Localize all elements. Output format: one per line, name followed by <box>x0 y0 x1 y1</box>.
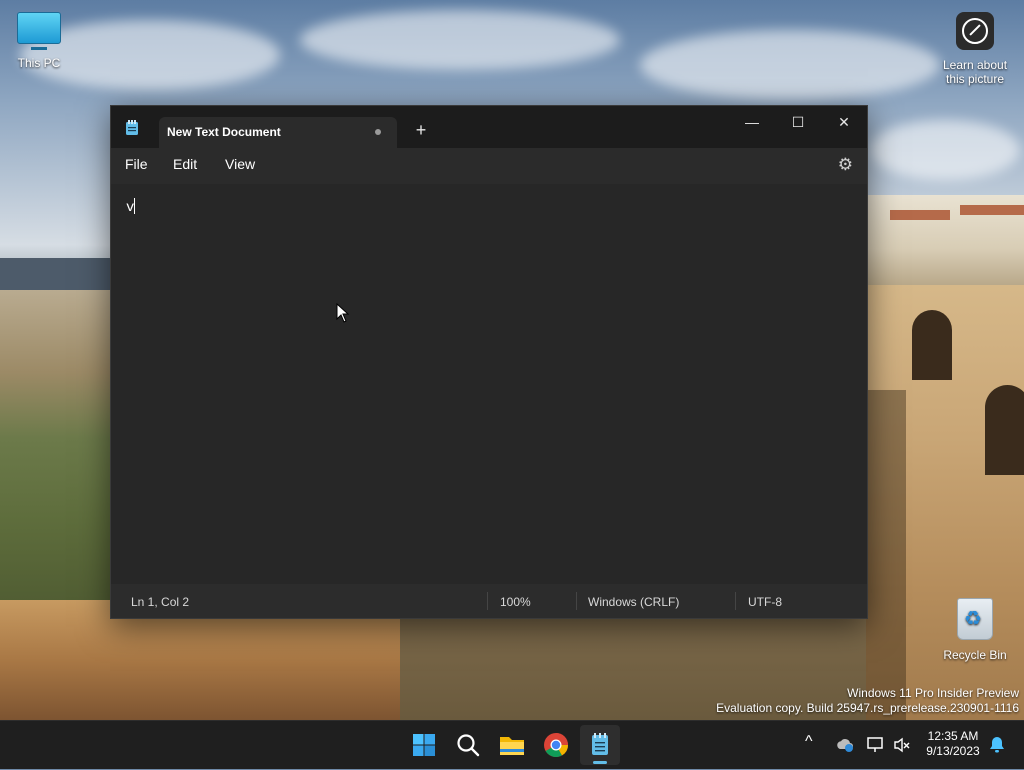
maximize-button[interactable]: ☐ <box>775 108 821 136</box>
windows-start-icon <box>413 734 435 756</box>
mouse-pointer-icon <box>336 303 350 323</box>
start-button[interactable] <box>404 725 444 765</box>
title-bar[interactable]: New Text Document + — ☐ ✕ <box>111 106 867 148</box>
menu-view[interactable]: View <box>225 156 255 172</box>
notepad-icon <box>592 733 608 755</box>
bridge-arch <box>985 385 1024 475</box>
desktop-icon-label: Recycle Bin <box>943 648 1007 662</box>
search-icon <box>457 734 480 757</box>
taskbar: ^ 12:35 AM 9/13/2023 <box>0 720 1024 769</box>
notepad-taskbar-button[interactable] <box>580 725 620 765</box>
file-explorer-button[interactable] <box>492 725 532 765</box>
new-tab-button[interactable]: + <box>411 120 431 140</box>
bridge-arch <box>912 310 952 380</box>
gear-icon[interactable]: ⚙ <box>838 155 853 175</box>
close-button[interactable]: ✕ <box>821 108 867 136</box>
divider <box>487 592 488 610</box>
status-bar: Ln 1, Col 2 100% Windows (CRLF) UTF-8 <box>111 584 867 618</box>
desktop-icon-learn-about-picture[interactable]: Learn about this picture <box>936 12 1014 86</box>
desktop-icon-recycle-bin[interactable]: ♻ Recycle Bin <box>940 598 1010 662</box>
learn-about-picture-icon <box>956 12 994 50</box>
network-icon[interactable] <box>866 736 886 754</box>
notification-bell-icon[interactable] <box>988 735 1006 755</box>
menu-bar: File Edit View ⚙ <box>111 148 867 184</box>
watermark-line: Evaluation copy. Build 25947.rs_prerelea… <box>716 701 1019 715</box>
show-hidden-icons-chevron-icon[interactable]: ^ <box>805 733 813 751</box>
active-app-indicator <box>593 761 607 764</box>
recycle-bin-icon: ♻ <box>957 598 993 640</box>
text-caret <box>134 198 136 214</box>
divider <box>735 592 736 610</box>
bridge-shadow <box>866 390 906 720</box>
desktop-icon-label: This PC <box>17 56 61 70</box>
cloud <box>870 120 1020 180</box>
notepad-window: New Text Document + — ☐ ✕ File Edit View… <box>110 105 868 619</box>
encoding[interactable]: UTF-8 <box>748 595 782 609</box>
line-ending[interactable]: Windows (CRLF) <box>588 595 679 609</box>
tab-new-text-document[interactable]: New Text Document <box>159 117 397 148</box>
volume-muted-icon[interactable] <box>893 736 911 754</box>
cursor-position: Ln 1, Col 2 <box>131 595 190 609</box>
text-editor[interactable]: v <box>111 184 867 584</box>
desktop-icon-label: Learn about this picture <box>942 58 1008 86</box>
cloud <box>300 10 620 70</box>
os-watermark: Windows 11 Pro Insider Preview Evaluatio… <box>716 686 1019 716</box>
divider <box>576 592 577 610</box>
system-clock[interactable]: 12:35 AM 9/13/2023 <box>918 729 988 759</box>
roof <box>890 210 950 220</box>
clock-date: 9/13/2023 <box>926 744 980 758</box>
menu-edit[interactable]: Edit <box>173 156 197 172</box>
clock-time: 12:35 AM <box>927 729 979 743</box>
minimize-button[interactable]: — <box>729 108 775 136</box>
file-explorer-icon <box>500 737 524 755</box>
editor-content[interactable]: v <box>126 198 136 216</box>
chrome-icon <box>544 733 568 758</box>
roof <box>960 205 1024 215</box>
tab-title: New Text Document <box>167 125 281 139</box>
onedrive-icon[interactable] <box>836 737 854 753</box>
notepad-app-icon <box>125 120 141 136</box>
menu-file[interactable]: File <box>125 156 148 172</box>
watermark-line: Windows 11 Pro Insider Preview <box>847 686 1019 700</box>
search-button[interactable] <box>448 725 488 765</box>
cloud <box>640 30 940 100</box>
unsaved-indicator-icon[interactable] <box>375 129 381 135</box>
valley <box>0 290 115 620</box>
zoom-level[interactable]: 100% <box>500 595 531 609</box>
desktop-icon-this-pc[interactable]: This PC <box>10 12 68 70</box>
monitor-icon <box>17 12 61 50</box>
chrome-button[interactable] <box>536 725 576 765</box>
